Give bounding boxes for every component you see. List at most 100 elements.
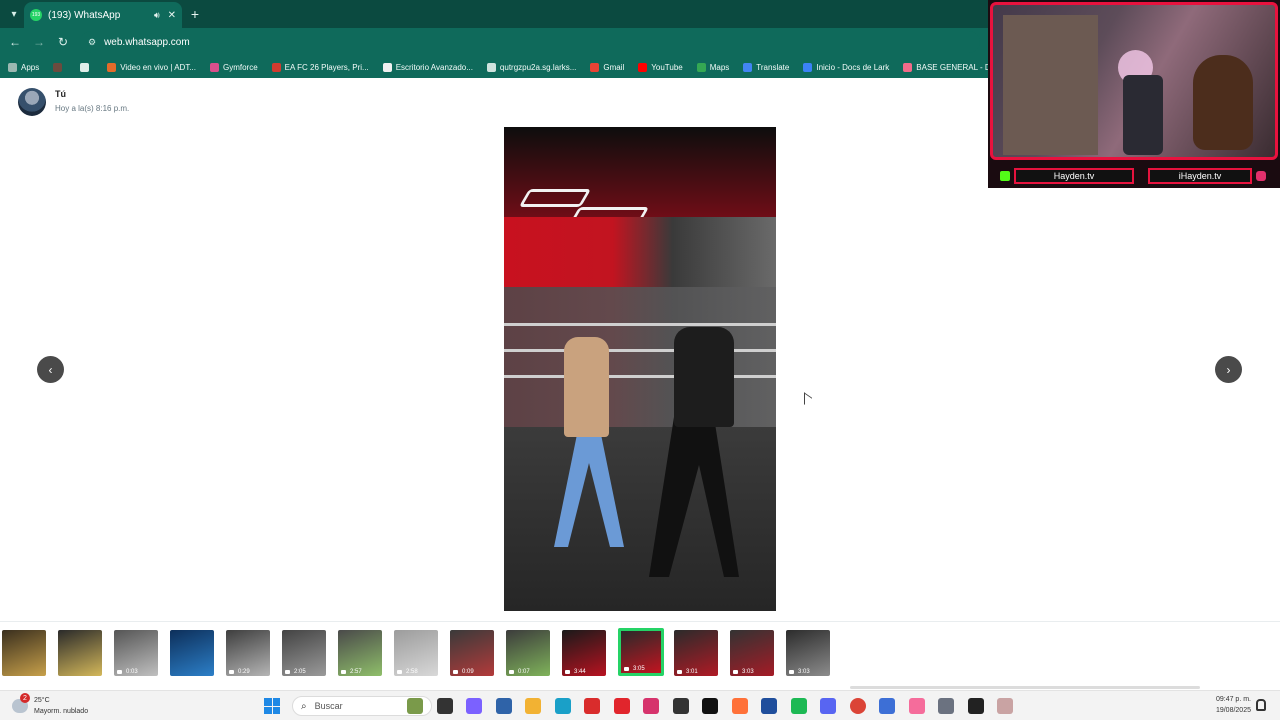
media-thumbnail[interactable]: 3:01 bbox=[674, 630, 718, 676]
webcam-handle-left: Hayden.tv bbox=[1014, 168, 1134, 184]
new-tab-button[interactable]: + bbox=[186, 5, 204, 23]
bookmark-item[interactable]: Inicio - Docs de Lark bbox=[803, 62, 890, 72]
app-blue-icon[interactable] bbox=[761, 698, 777, 714]
media-thumbnail[interactable]: 2:58 bbox=[394, 630, 438, 676]
bookmark-item[interactable] bbox=[53, 62, 66, 72]
bookmark-item[interactable]: Gymforce bbox=[209, 62, 258, 72]
back-arrow-icon[interactable]: ← bbox=[6, 33, 24, 51]
sender-name: Tú bbox=[55, 89, 66, 99]
ring-rope bbox=[504, 375, 776, 378]
media-thumbnail-active[interactable]: 3:05 bbox=[618, 628, 664, 676]
media-thumbnail[interactable]: 3:03 bbox=[786, 630, 830, 676]
discord-icon[interactable] bbox=[820, 698, 836, 714]
media-thumbnail[interactable] bbox=[170, 630, 214, 676]
bookmark-item[interactable]: Video en vivo | ADT... bbox=[107, 62, 196, 72]
media-thumbnail[interactable]: 0:09 bbox=[450, 630, 494, 676]
media-thumbnail[interactable]: 3:44 bbox=[562, 630, 606, 676]
task-view-icon[interactable] bbox=[436, 698, 453, 714]
firefox-icon[interactable] bbox=[731, 698, 748, 714]
media-thumbnail[interactable]: 2:57 bbox=[338, 630, 382, 676]
media-thumbnail[interactable]: 0:07 bbox=[506, 630, 550, 676]
reload-icon[interactable]: ↻ bbox=[54, 33, 72, 51]
avatar[interactable] bbox=[18, 88, 46, 116]
edge-icon[interactable] bbox=[554, 698, 571, 714]
avatar-icon bbox=[53, 62, 63, 72]
media-thumbnail[interactable]: 0:29 bbox=[226, 630, 270, 676]
opera-icon[interactable] bbox=[613, 698, 630, 714]
media-thumbnail[interactable] bbox=[2, 630, 46, 676]
boxer-left bbox=[564, 337, 609, 437]
bookmark-item[interactable] bbox=[80, 62, 93, 72]
gymforce-icon bbox=[209, 62, 219, 72]
webcam-chair bbox=[1123, 75, 1163, 155]
video-camera-icon bbox=[341, 670, 346, 674]
bookmark-label: Maps bbox=[709, 62, 730, 72]
video-camera-icon bbox=[565, 670, 570, 674]
close-icon[interactable]: ✕ bbox=[168, 10, 176, 21]
acrobat-icon[interactable] bbox=[584, 698, 600, 714]
file-explorer-icon[interactable] bbox=[525, 698, 541, 714]
media-player-icon[interactable] bbox=[967, 698, 984, 714]
media-thumbnail[interactable]: 2:05 bbox=[282, 630, 326, 676]
thumbnail-duration: 3:03 bbox=[742, 669, 754, 675]
thumbnail-duration: 2:57 bbox=[350, 669, 362, 675]
app-gray-icon[interactable] bbox=[997, 698, 1013, 714]
bookmark-item[interactable]: Apps bbox=[8, 62, 39, 72]
media-thumbnail[interactable]: 3:03 bbox=[730, 630, 774, 676]
thumbnail-duration: 3:05 bbox=[633, 666, 645, 672]
site-info-icon[interactable]: ⚙︎ bbox=[88, 37, 96, 48]
video-camera-icon bbox=[117, 670, 122, 674]
media-video[interactable] bbox=[504, 127, 776, 611]
media-thumbnail-strip: 0:03 0:29 2:05 2:57 2:58 0:09 0:07 3:44 3:05 3:01… bbox=[0, 628, 1280, 678]
thumbnail-duration: 3:01 bbox=[686, 669, 698, 675]
video-camera-icon bbox=[733, 670, 738, 674]
hex-light bbox=[518, 189, 592, 207]
github-icon[interactable] bbox=[702, 698, 718, 714]
video-camera-icon bbox=[677, 670, 682, 674]
notification-badge: 2 bbox=[20, 693, 30, 703]
windows-start-icon[interactable] bbox=[264, 698, 280, 714]
address-bar[interactable]: ⚙︎ web.whatsapp.com bbox=[80, 31, 980, 53]
bookmark-item[interactable]: Escritorio Avanzado... bbox=[382, 62, 473, 72]
app-a-icon[interactable] bbox=[643, 698, 659, 714]
thumbnail-scrollbar[interactable] bbox=[850, 686, 1200, 689]
bookmark-item[interactable]: Maps bbox=[696, 62, 730, 72]
tab-search-icon[interactable]: ▾ bbox=[4, 4, 24, 24]
gym-mirror bbox=[504, 287, 776, 427]
app-arc-icon[interactable] bbox=[879, 698, 895, 714]
globe-icon bbox=[486, 62, 496, 72]
ea-icon bbox=[271, 62, 281, 72]
bookmark-label: Video en vivo | ADT... bbox=[120, 62, 196, 72]
itunes-icon[interactable] bbox=[908, 698, 925, 714]
previous-media-button[interactable]: ‹ bbox=[37, 356, 64, 383]
thumbs-divider bbox=[0, 621, 1280, 622]
forward-arrow-icon[interactable]: → bbox=[30, 33, 48, 51]
video-camera-icon bbox=[789, 670, 794, 674]
spotify-icon[interactable] bbox=[790, 698, 807, 714]
bookmark-label: Inicio - Docs de Lark bbox=[816, 62, 890, 72]
chrome-icon[interactable] bbox=[849, 698, 866, 714]
copilot-icon[interactable] bbox=[466, 698, 482, 714]
bookmark-item[interactable]: YouTube bbox=[638, 62, 683, 72]
teams-icon[interactable] bbox=[495, 698, 512, 714]
media-thumbnail[interactable]: 0:03 bbox=[114, 630, 158, 676]
media-thumbnail[interactable] bbox=[58, 630, 102, 676]
notification-bell-icon[interactable] bbox=[1256, 699, 1266, 711]
taskbar-clock[interactable]: 09:47 p. m. 19/08/2025 bbox=[1205, 694, 1251, 716]
settings-icon[interactable] bbox=[938, 698, 954, 714]
youtube-icon bbox=[638, 62, 648, 72]
trees-widget-icon[interactable] bbox=[407, 698, 423, 714]
next-media-button[interactable]: › bbox=[1215, 356, 1242, 383]
weather-widget[interactable]: 2 25°C Mayorm. nublado bbox=[12, 693, 88, 717]
tab-whatsapp[interactable]: 193 (193) WhatsApp 🔊︎ ✕ bbox=[24, 2, 182, 28]
ring-rope bbox=[504, 323, 776, 326]
bookmark-item[interactable]: Translate bbox=[743, 62, 789, 72]
bookmark-item[interactable]: Gmail bbox=[590, 62, 624, 72]
speaker-icon[interactable]: 🔊︎ bbox=[154, 10, 160, 21]
app-dark-icon[interactable] bbox=[672, 698, 689, 714]
bookmark-label: EA FC 26 Players, Pri... bbox=[284, 62, 369, 72]
bookmark-item[interactable]: EA FC 26 Players, Pri... bbox=[271, 62, 369, 72]
video-camera-icon bbox=[509, 670, 514, 674]
search-placeholder: Buscar bbox=[314, 701, 343, 711]
bookmark-item[interactable]: qutrgzpu2a.sg.larks... bbox=[486, 62, 576, 72]
